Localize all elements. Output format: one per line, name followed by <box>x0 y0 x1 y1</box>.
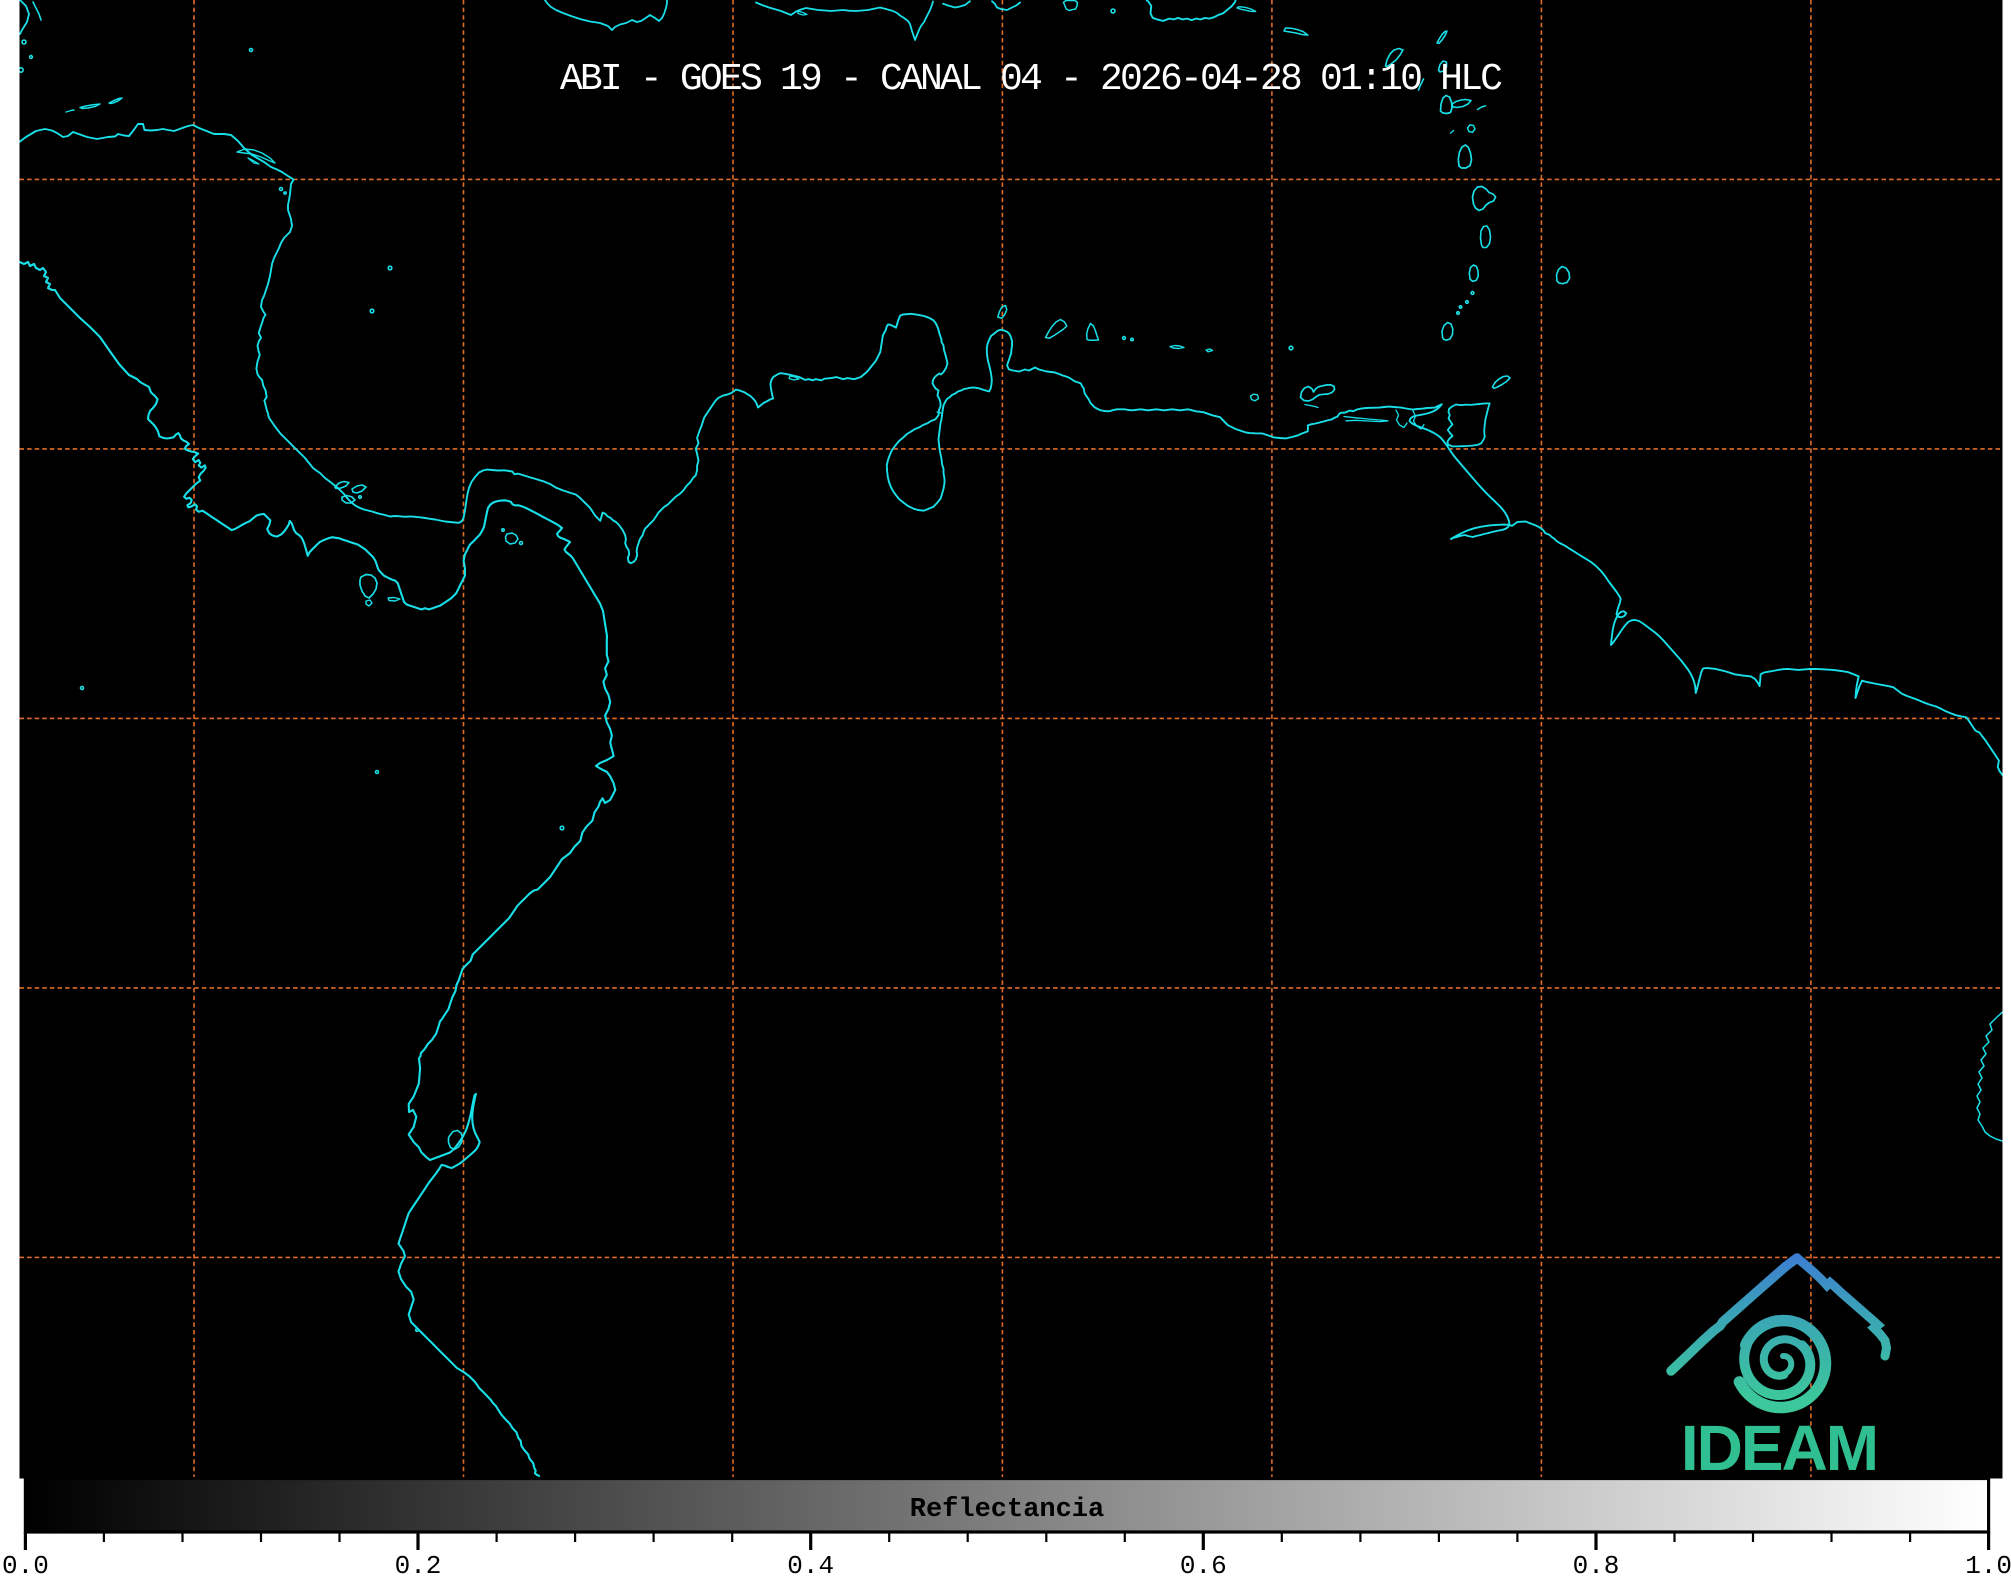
svg-text:0.6: 0.6 <box>1180 1551 1227 1577</box>
svg-text:0.0: 0.0 <box>2 1551 49 1577</box>
svg-text:0.8: 0.8 <box>1573 1551 1620 1577</box>
svg-text:0.4: 0.4 <box>787 1551 834 1577</box>
svg-text:IDEAM: IDEAM <box>1681 1412 1877 1484</box>
svg-text:ABI - GOES 19 - CANAL 04 - 202: ABI - GOES 19 - CANAL 04 - 2026-04-28 01… <box>560 58 1502 101</box>
svg-text:1.0: 1.0 <box>1965 1551 2011 1577</box>
svg-text:0.2: 0.2 <box>395 1551 442 1577</box>
svg-text:Reflectancia: Reflectancia <box>910 1495 1104 1525</box>
